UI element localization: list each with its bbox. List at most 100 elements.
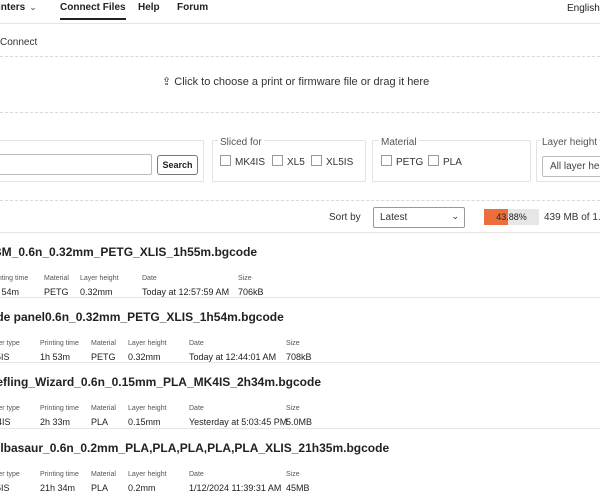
- upload-dropzone[interactable]: ⇪ Click to choose a print or firmware fi…: [0, 62, 600, 106]
- nav-connect-files[interactable]: Connect Files: [60, 2, 126, 20]
- divider: [0, 112, 600, 113]
- nav-help[interactable]: Help: [138, 2, 160, 13]
- file-meta-item: Material PLA: [91, 405, 116, 427]
- chevron-down-icon: ⌄: [29, 2, 37, 12]
- sort-select-value: Latest: [380, 212, 408, 223]
- file-meta-label: inter type: [0, 471, 20, 478]
- file-meta-value: 5.0MB: [286, 417, 313, 427]
- file-meta-item: Layer height 0.15mm: [128, 405, 167, 427]
- nav-forum[interactable]: Forum: [177, 2, 208, 13]
- file-meta-label: Date: [142, 275, 157, 282]
- sort-by-label: Sort by: [329, 212, 361, 223]
- storage-percent: 43.88%: [496, 212, 527, 222]
- divider: [0, 200, 600, 201]
- file-meta-value: 0.2mm: [128, 483, 156, 493]
- file-meta-label: Size: [238, 275, 252, 282]
- file-meta-item: Layer height 0.32mm: [128, 340, 167, 362]
- file-row[interactable]: ulbasaur_0.6n_0.2mm_PLA,PLA,PLA,PLA,PLA_…: [0, 428, 600, 494]
- file-meta-label: Size: [286, 471, 300, 478]
- checkbox-petg-label: PETG: [396, 157, 424, 168]
- layer-height-select[interactable]: All layer he: [542, 156, 600, 177]
- file-meta-label: Layer height: [128, 405, 167, 412]
- file-meta-label: Date: [189, 340, 204, 347]
- file-meta-label: Layer height: [80, 275, 119, 282]
- file-meta-value: Yesterday at 5:03:45 PM: [189, 417, 288, 427]
- divider: [0, 56, 600, 57]
- search-button[interactable]: Search: [157, 155, 198, 175]
- file-row[interactable]: ide panel0.6n_0.32mm_PETG_XLIS_1h54m.bgc…: [0, 297, 600, 363]
- file-meta-item: Layer height 0.2mm: [128, 471, 167, 493]
- file-meta-label: Layer height: [128, 471, 167, 478]
- file-meta-item: Date Today at 12:44:01 AM: [189, 340, 276, 362]
- top-nav: inters ⌄ Connect Files Help Forum English: [0, 0, 600, 24]
- storage-used-text: 439 MB of 1.: [544, 212, 600, 223]
- file-meta-label: Material: [44, 275, 69, 282]
- file-name[interactable]: iefling_Wizard_0.6n_0.15mm_PLA_MK4IS_2h3…: [0, 375, 321, 389]
- file-meta-value: 706kB: [238, 287, 264, 297]
- file-meta-item: Size 45MB: [286, 471, 310, 493]
- file-meta-item: Date 1/12/2024 11:39:31 AM: [189, 471, 281, 493]
- file-meta-value: 45MB: [286, 483, 310, 493]
- language-selector[interactable]: English: [567, 3, 600, 14]
- file-meta-value: PETG: [44, 287, 69, 297]
- file-meta-value: PLA: [91, 417, 109, 427]
- file-meta-item: Date Yesterday at 5:03:45 PM: [189, 405, 287, 427]
- file-meta-value: 708kB: [286, 352, 312, 362]
- file-meta-item: Printing time 1h 53m: [40, 340, 79, 362]
- file-name[interactable]: ulbasaur_0.6n_0.2mm_PLA,PLA,PLA,PLA,PLA_…: [0, 441, 389, 455]
- checkbox-xl5is[interactable]: [311, 155, 322, 166]
- file-meta-value: 2h 33m: [40, 417, 71, 427]
- checkbox-mk4is[interactable]: [220, 155, 231, 166]
- file-meta-value: 1/12/2024 11:39:31 AM: [189, 483, 282, 493]
- file-meta-label: Printing time: [40, 471, 79, 478]
- file-meta-value: 1h 53m: [40, 352, 71, 362]
- file-meta-value: h 54m: [0, 287, 20, 297]
- nav-printers-label: inters: [0, 2, 26, 13]
- checkbox-petg[interactable]: [381, 155, 392, 166]
- file-meta-item: Material PLA: [91, 471, 116, 493]
- page-title: Connect: [0, 37, 38, 48]
- file-meta-label: Printing time: [40, 405, 79, 412]
- file-meta-item: Material PETG: [44, 275, 69, 297]
- chevron-down-icon: ⌄: [451, 211, 459, 221]
- file-meta-label: Date: [189, 471, 204, 478]
- file-row[interactable]: iefling_Wizard_0.6n_0.15mm_PLA_MK4IS_2h3…: [0, 362, 600, 428]
- file-meta-value: 0.32mm: [128, 352, 161, 362]
- material-label: Material: [379, 137, 419, 148]
- file-meta-value: K4IS: [0, 417, 11, 427]
- file-meta-value: 0.15mm: [128, 417, 161, 427]
- checkbox-xl5is-label: XL5IS: [326, 157, 354, 168]
- checkbox-mk4is-label: MK4IS: [235, 157, 266, 168]
- sort-select[interactable]: Latest ⌄: [373, 207, 465, 228]
- file-meta-value: 21h 34m: [40, 483, 76, 493]
- nav-printers[interactable]: inters ⌄: [0, 2, 37, 13]
- file-name[interactable]: BM_0.6n_0.32mm_PETG_XLIS_1h55m.bgcode: [0, 245, 257, 259]
- file-meta-label: inter type: [0, 340, 20, 347]
- file-meta-value: PLA: [91, 483, 109, 493]
- file-meta-item: inter type K4IS: [0, 405, 20, 427]
- checkbox-xl5-label: XL5: [287, 157, 305, 168]
- checkbox-xl5[interactable]: [272, 155, 283, 166]
- file-meta-value: L5IS: [0, 352, 10, 362]
- file-meta-item: Size 708kB: [286, 340, 312, 362]
- file-meta-label: Material: [91, 471, 116, 478]
- file-row[interactable]: BM_0.6n_0.32mm_PETG_XLIS_1h55m.bgcoderin…: [0, 232, 600, 298]
- file-meta-label: Printing time: [40, 340, 79, 347]
- sliced-for-label: Sliced for: [218, 137, 264, 148]
- upload-text: ⇪ Click to choose a print or firmware fi…: [162, 76, 430, 88]
- file-meta-label: rinting time: [0, 275, 29, 282]
- checkbox-pla[interactable]: [428, 155, 439, 166]
- layer-height-label: Layer height: [540, 137, 600, 148]
- file-meta-value: L5IS: [0, 483, 10, 493]
- file-meta-item: Printing time 2h 33m: [40, 405, 79, 427]
- search-input[interactable]: [0, 154, 152, 175]
- file-name[interactable]: ide panel0.6n_0.32mm_PETG_XLIS_1h54m.bgc…: [0, 310, 284, 324]
- file-meta-item: Date Today at 12:57:59 AM: [142, 275, 229, 297]
- file-meta-item: inter type L5IS: [0, 471, 20, 493]
- file-meta-value: Today at 12:44:01 AM: [189, 352, 277, 362]
- file-meta-item: Printing time 21h 34m: [40, 471, 79, 493]
- file-meta-item: inter type L5IS: [0, 340, 20, 362]
- file-meta-label: inter type: [0, 405, 20, 412]
- file-meta-item: Size 5.0MB: [286, 405, 312, 427]
- file-meta-item: rinting time h 54m: [0, 275, 28, 297]
